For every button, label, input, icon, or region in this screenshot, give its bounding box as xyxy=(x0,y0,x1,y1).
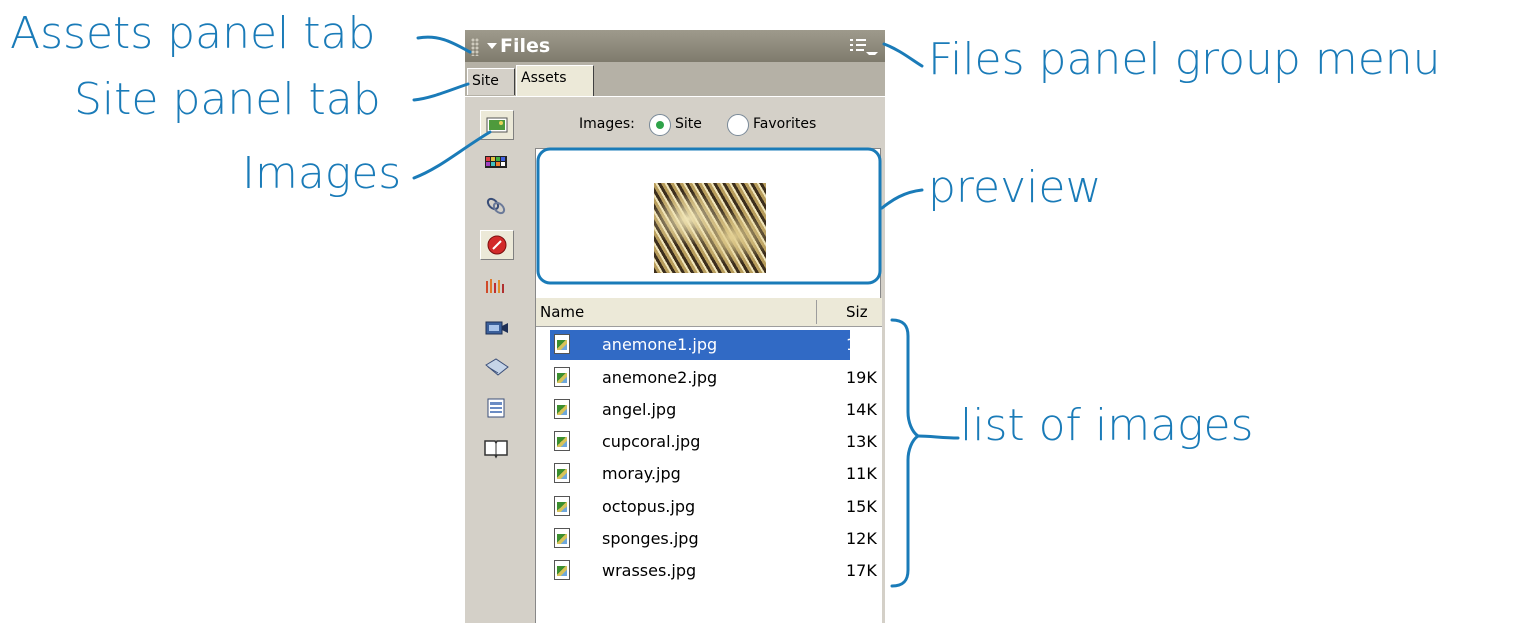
image-file-icon xyxy=(554,431,570,451)
colors-category-icon[interactable] xyxy=(480,148,514,178)
file-size: 15K xyxy=(846,497,877,516)
image-file-icon xyxy=(554,496,570,516)
file-size: 15K xyxy=(846,335,877,354)
leader-preview xyxy=(880,188,924,210)
panel-options-menu-icon[interactable] xyxy=(850,37,878,55)
file-name: wrasses.jpg xyxy=(602,561,697,580)
callout-assets-panel-tab: Assets panel tab xyxy=(10,8,376,59)
gripper-icon[interactable] xyxy=(471,38,479,56)
column-header-name[interactable]: Name xyxy=(540,303,584,321)
image-file-icon xyxy=(554,399,570,419)
callout-list-of-images: list of images xyxy=(960,400,1254,451)
flash-category-icon[interactable] xyxy=(480,230,514,260)
list-bracket xyxy=(890,318,920,588)
image-preview-thumbnail xyxy=(654,183,766,273)
list-item[interactable]: wrasses.jpg 17K xyxy=(550,556,877,586)
panel-tab-strip: Site Assets xyxy=(465,62,885,97)
movies-category-icon[interactable] xyxy=(480,313,514,343)
file-size: 11K xyxy=(846,464,877,483)
leader-site-tab xyxy=(412,82,470,102)
library-category-icon[interactable] xyxy=(480,433,514,463)
file-name: anemone1.jpg xyxy=(600,335,720,354)
leader-list xyxy=(916,434,960,440)
file-size: 14K xyxy=(846,400,877,419)
templates-category-icon[interactable] xyxy=(480,393,514,423)
list-header: Name Siz xyxy=(536,298,882,327)
column-header-size[interactable]: Siz xyxy=(846,303,868,321)
panel-title: Files xyxy=(500,35,551,57)
file-name: octopus.jpg xyxy=(602,497,696,516)
file-size: 17K xyxy=(846,561,877,580)
callout-files-panel-group-menu: Files panel group menu xyxy=(928,34,1441,85)
image-file-icon xyxy=(554,334,570,354)
tab-site[interactable]: Site xyxy=(467,68,515,95)
asset-category-bar xyxy=(474,105,522,500)
file-name: sponges.jpg xyxy=(602,529,699,548)
file-name: anemone2.jpg xyxy=(602,368,718,387)
images-filter-row: Images: Site Favorites xyxy=(535,110,885,140)
leader-group-menu xyxy=(882,42,924,68)
scripts-category-icon[interactable] xyxy=(480,353,514,383)
site-radio[interactable] xyxy=(649,114,671,136)
column-divider[interactable] xyxy=(816,300,817,324)
image-list: Name Siz anemone1.jpg 15K anemone2.jpg 1… xyxy=(535,298,882,623)
list-item[interactable]: cupcoral.jpg 13K xyxy=(550,427,877,457)
file-size: 19K xyxy=(846,368,877,387)
list-item[interactable]: octopus.jpg 15K xyxy=(550,492,877,522)
file-name: cupcoral.jpg xyxy=(602,432,701,451)
list-item[interactable]: moray.jpg 11K xyxy=(550,459,877,489)
image-file-icon xyxy=(554,367,570,387)
file-size: 12K xyxy=(846,529,877,548)
files-panel-group: Files Site Assets Images: Site Favorites… xyxy=(465,30,885,623)
file-size: 13K xyxy=(846,432,877,451)
callout-site-panel-tab: Site panel tab xyxy=(74,74,381,125)
shockwave-category-icon[interactable] xyxy=(480,273,514,303)
callout-preview: preview xyxy=(928,162,1102,213)
collapse-arrow-icon[interactable] xyxy=(487,43,497,49)
preview-pane xyxy=(535,148,881,306)
image-file-icon xyxy=(554,560,570,580)
list-item[interactable]: anemone2.jpg 19K xyxy=(550,363,877,393)
urls-category-icon[interactable] xyxy=(480,190,514,220)
list-item[interactable]: sponges.jpg 12K xyxy=(550,524,877,554)
list-item[interactable]: anemone1.jpg 15K xyxy=(550,330,877,360)
file-name: moray.jpg xyxy=(602,464,681,483)
filter-label: Images: xyxy=(579,116,635,132)
favorites-radio[interactable] xyxy=(727,114,749,136)
file-name: angel.jpg xyxy=(602,400,677,419)
image-file-icon xyxy=(554,463,570,483)
favorites-radio-label: Favorites xyxy=(753,116,817,132)
list-item[interactable]: angel.jpg 14K xyxy=(550,395,877,425)
callout-images: Images xyxy=(242,148,402,199)
tab-assets[interactable]: Assets xyxy=(516,65,594,96)
image-file-icon xyxy=(554,528,570,548)
panel-title-bar[interactable]: Files xyxy=(465,30,885,62)
site-radio-label: Site xyxy=(675,116,702,132)
leader-assets-tab xyxy=(416,35,472,54)
images-category-icon[interactable] xyxy=(480,110,514,140)
